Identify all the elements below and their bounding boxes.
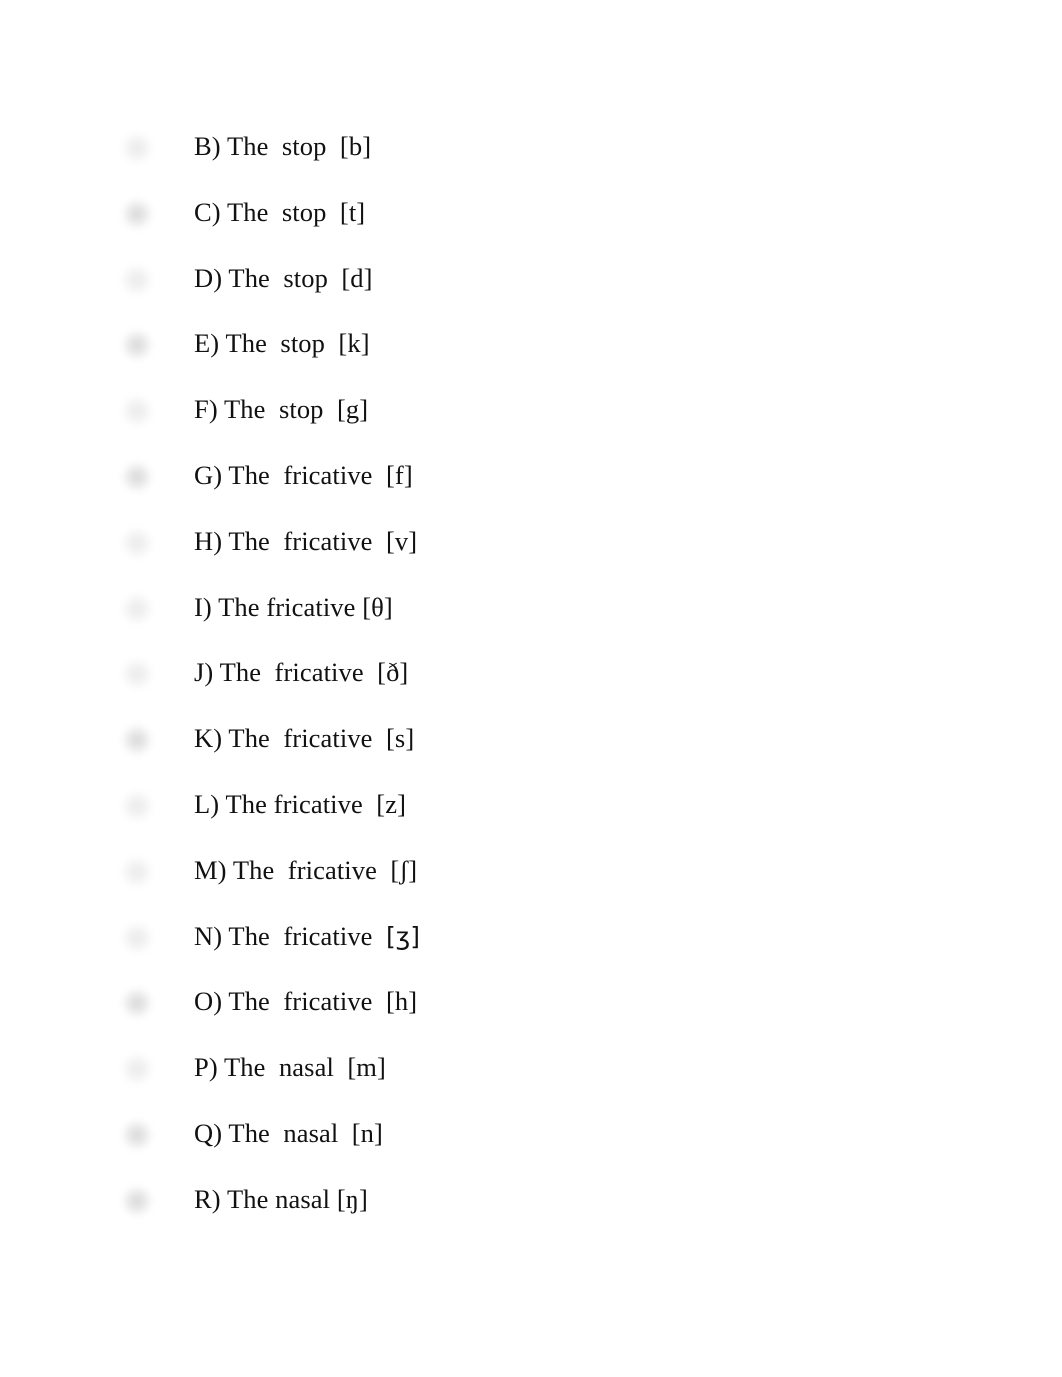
list-item[interactable]: E) The stop [k]	[0, 328, 1062, 394]
list-item[interactable]: P) The nasal [m]	[0, 1052, 1062, 1118]
list-item[interactable]: R) The nasal [ŋ]	[0, 1184, 1062, 1250]
option-label-o: O) The fricative [h]	[194, 986, 418, 1017]
option-label-n: N) The fricative [ʒ]	[194, 921, 420, 952]
list-item[interactable]: H) The fricative [v]	[0, 526, 1062, 592]
option-label-q: Q) The nasal [n]	[194, 1117, 383, 1148]
option-label-i: I) The fricative [θ]	[194, 591, 393, 622]
option-label-b: B) The stop [b]	[194, 131, 372, 161]
list-item[interactable]: F) The stop [g]	[0, 394, 1062, 460]
option-marker-icon[interactable]	[122, 527, 152, 558]
answer-options-list: B) The stop [b] C) The stop [t] D) The s…	[0, 131, 1062, 1250]
option-n-prefix: N)	[194, 920, 223, 951]
option-marker-icon[interactable]	[122, 330, 152, 361]
document-page: B) The stop [b] C) The stop [t] D) The s…	[0, 0, 1062, 1377]
option-label-d: D) The stop [d]	[194, 262, 373, 293]
option-label-m: M) The fricative [ʃ]	[194, 854, 418, 885]
option-label-p: P) The nasal [m]	[194, 1052, 386, 1083]
option-marker-icon[interactable]	[122, 461, 152, 492]
option-label-f: F) The stop [g]	[194, 394, 369, 425]
list-item[interactable]: D) The stop [d]	[0, 263, 1062, 329]
list-item[interactable]: M) The fricative [ʃ]	[0, 855, 1062, 921]
option-marker-icon[interactable]	[122, 264, 152, 295]
option-marker-icon[interactable]	[122, 133, 152, 163]
list-item[interactable]: I) The fricative [θ]	[0, 592, 1062, 658]
option-marker-icon[interactable]	[122, 659, 152, 690]
list-item[interactable]: Q) The nasal [n]	[0, 1118, 1062, 1184]
option-marker-icon[interactable]	[122, 1054, 152, 1085]
option-label-l: L) The fricative [z]	[194, 788, 407, 819]
option-marker-icon[interactable]	[122, 593, 152, 624]
option-n-stem: The fricative	[228, 920, 373, 951]
option-n-symbol: [ʒ]	[386, 921, 420, 951]
list-item[interactable]: L) The fricative [z]	[0, 789, 1062, 855]
option-marker-icon[interactable]	[122, 1119, 152, 1150]
option-marker-icon[interactable]	[122, 790, 152, 821]
list-item[interactable]: O) The fricative [h]	[0, 986, 1062, 1052]
option-label-h: H) The fricative [v]	[194, 525, 418, 556]
option-label-j: J) The fricative [ð]	[194, 657, 409, 688]
option-label-e: E) The stop [k]	[194, 328, 370, 359]
list-item[interactable]: N) The fricative [ʒ]	[0, 921, 1062, 987]
option-marker-icon[interactable]	[122, 396, 152, 427]
list-item[interactable]: B) The stop [b]	[0, 131, 1062, 197]
list-item[interactable]: C) The stop [t]	[0, 197, 1062, 263]
option-label-k: K) The fricative [s]	[194, 723, 415, 754]
option-marker-icon[interactable]	[122, 856, 152, 887]
option-label-r: R) The nasal [ŋ]	[194, 1183, 368, 1214]
option-label-c: C) The stop [t]	[194, 196, 366, 227]
list-item[interactable]: K) The fricative [s]	[0, 723, 1062, 789]
list-item[interactable]: G) The fricative [f]	[0, 460, 1062, 526]
option-marker-icon[interactable]	[122, 922, 152, 953]
option-marker-icon[interactable]	[122, 988, 152, 1019]
option-marker-icon[interactable]	[122, 725, 152, 756]
option-marker-icon[interactable]	[122, 198, 152, 229]
list-item[interactable]: J) The fricative [ð]	[0, 657, 1062, 723]
option-marker-icon[interactable]	[122, 1185, 152, 1216]
option-label-g: G) The fricative [f]	[194, 459, 413, 490]
